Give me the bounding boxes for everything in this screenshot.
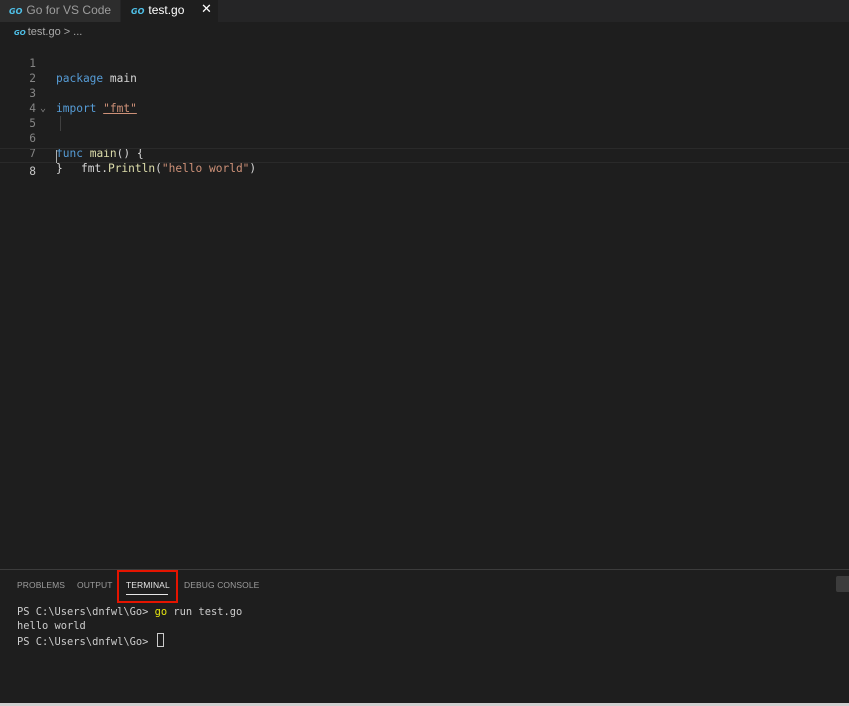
code-text: }	[56, 162, 63, 175]
line-number: 8	[29, 165, 36, 178]
indent-guide	[60, 116, 61, 131]
terminal-output: hello world	[17, 620, 86, 632]
terminal-command-go: go	[154, 606, 168, 618]
code-editor[interactable]: 1 package main 2 3 import "fmt" 4 5 ⌄ fu…	[0, 41, 849, 569]
bottom-panel: PROBLEMS OUTPUT TERMINAL DEBUG CONSOLE P…	[0, 569, 849, 704]
terminal-line[interactable]: PS C:\Users\dnfwl\Go>	[17, 633, 164, 649]
breadcrumb-file[interactable]: test.go	[28, 26, 61, 38]
code-text: fmt.	[81, 162, 108, 175]
code-line: 5 ⌄ func main() {	[0, 101, 849, 160]
close-icon[interactable]: ✕	[201, 0, 212, 20]
code-line: 1 package main	[0, 41, 849, 85]
annotation-highlight-box	[117, 570, 178, 603]
go-file-icon: GO	[131, 7, 145, 16]
terminal-prompt: PS C:\Users\dnfwl\Go>	[17, 606, 149, 618]
tab-go-for-vs-code[interactable]: GO Go for VS Code	[0, 0, 120, 22]
tab-label: test.go	[148, 3, 185, 17]
tab-problems[interactable]: PROBLEMS	[17, 580, 65, 590]
code-text: (	[155, 162, 162, 175]
go-file-icon: GO	[14, 29, 26, 37]
breadcrumb-symbols[interactable]: ...	[73, 26, 82, 38]
fold-chevron-icon[interactable]: ⌄	[40, 101, 46, 116]
go-logo-icon: GO	[9, 7, 23, 16]
terminal-cursor	[156, 633, 164, 647]
code-line: 3 import "fmt"	[0, 71, 849, 115]
string-token: "hello world"	[161, 162, 250, 175]
code-line: 2	[0, 56, 849, 85]
tab-test-go[interactable]: GO test.go ✕	[121, 0, 218, 22]
chevron-right-icon: >	[63, 26, 71, 38]
text-cursor	[56, 150, 57, 163]
current-code-line: 8	[0, 148, 849, 178]
terminal-command-args: run test.go	[167, 606, 243, 618]
function-token: Println	[107, 162, 156, 175]
tab-debug-console[interactable]: DEBUG CONSOLE	[184, 580, 259, 590]
code-line: 6 fmt.Println("hello world")	[0, 116, 849, 175]
tab-output[interactable]: OUTPUT	[77, 580, 113, 590]
code-line: 7 }	[0, 131, 849, 175]
panel-action-button[interactable]	[836, 576, 849, 592]
code-line: 4	[0, 86, 849, 115]
tab-label: Go for VS Code	[26, 3, 112, 17]
tab-bar: GO Go for VS Code GO test.go ✕	[0, 0, 849, 22]
terminal-prompt: PS C:\Users\dnfwl\Go>	[17, 636, 149, 648]
breadcrumb: GO test.go >...	[14, 26, 82, 40]
terminal-line: PS C:\Users\dnfwl\Go> go run test.go	[17, 605, 242, 619]
terminal-line: hello world	[17, 619, 86, 633]
code-text: )	[249, 162, 257, 175]
